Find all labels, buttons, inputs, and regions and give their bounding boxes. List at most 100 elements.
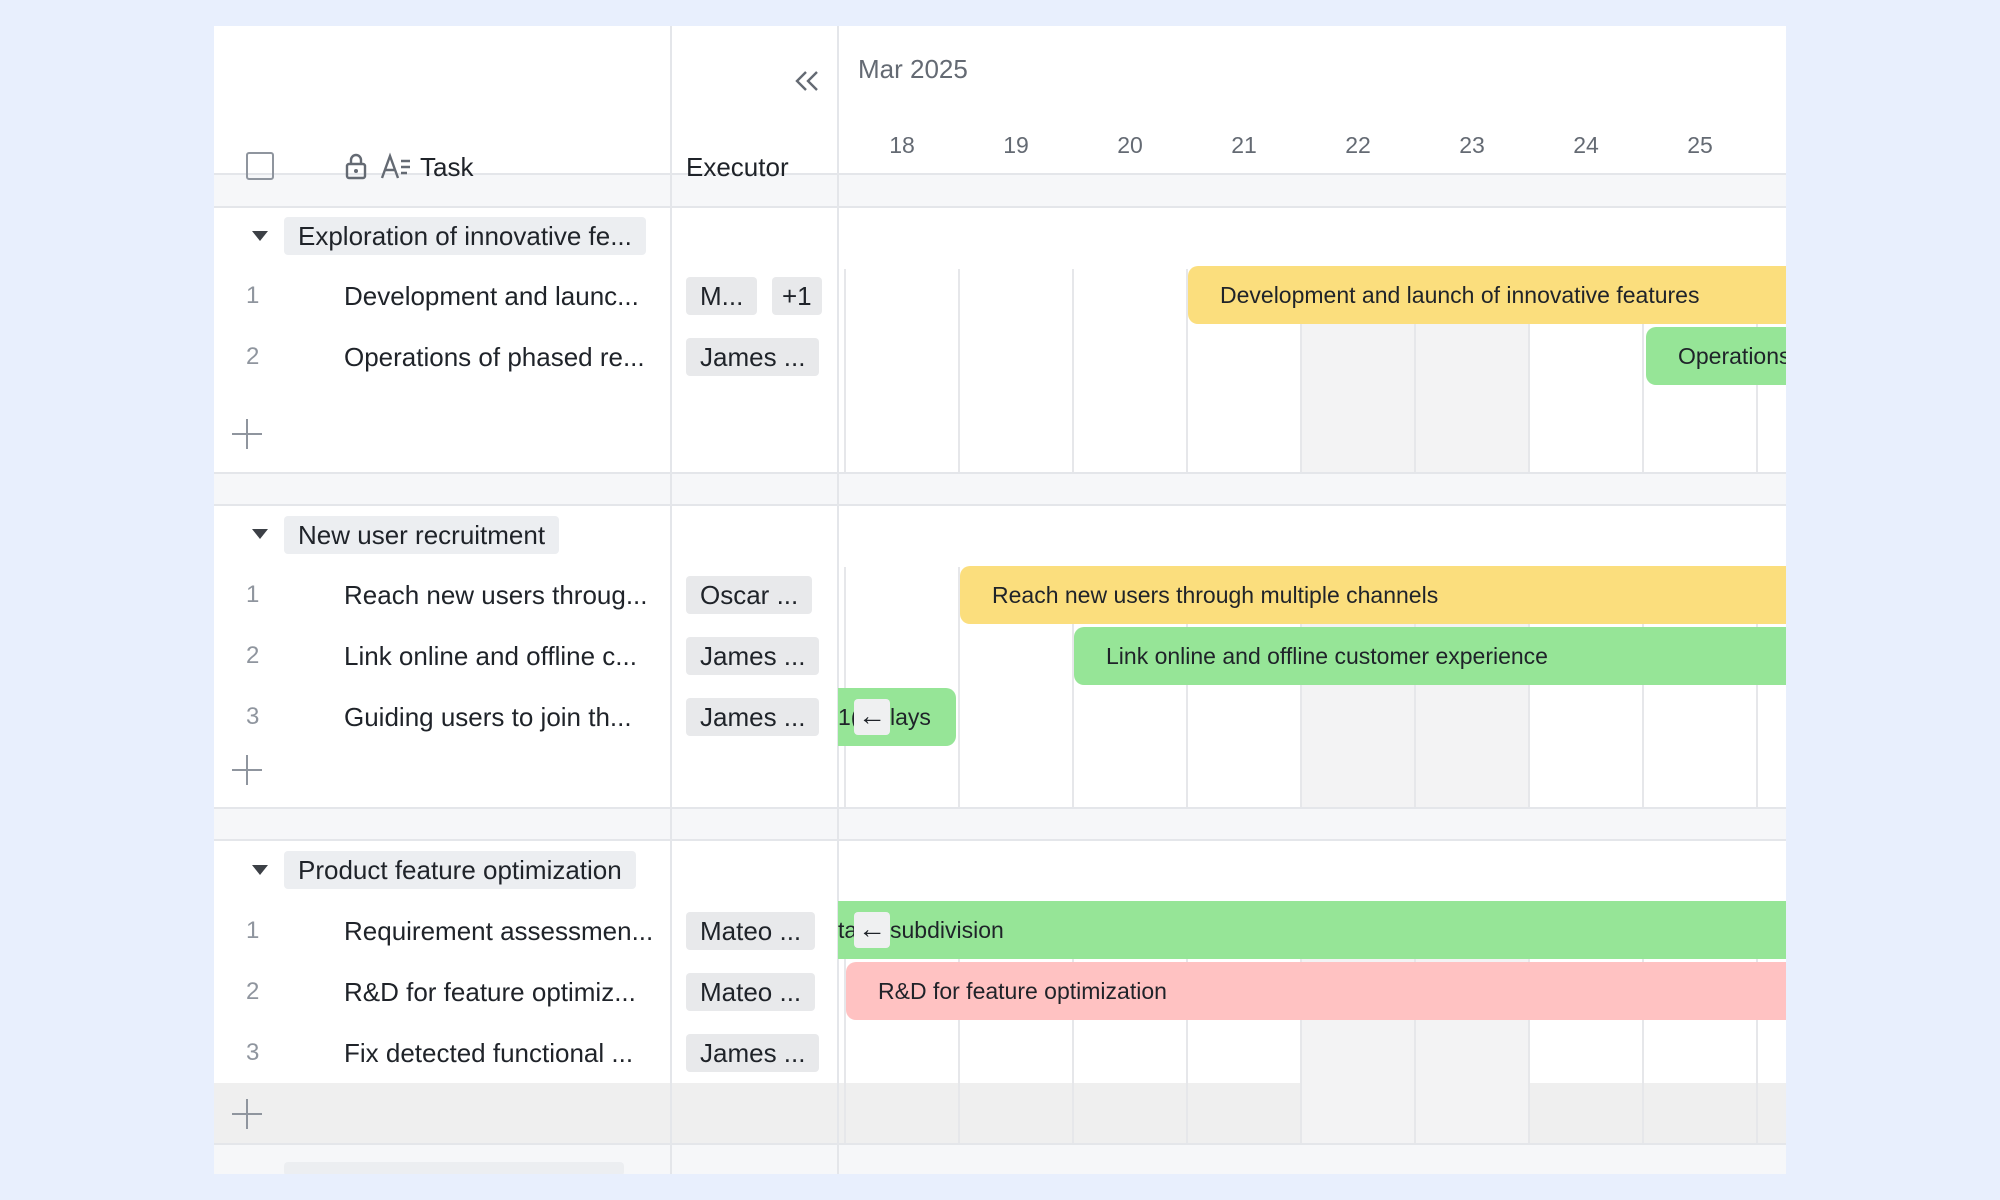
task-bar-offscreen[interactable]: ta subdivision [838, 901, 1786, 959]
collapse-panel-double-chevron-icon[interactable] [790, 64, 824, 98]
row-number: 2 [246, 978, 260, 1005]
day-gridline [844, 567, 846, 807]
collapse-group-caret-icon[interactable] [252, 865, 268, 875]
month-label: Mar 2025 [858, 54, 968, 84]
task-title[interactable]: Requirement assessmen... [344, 916, 662, 947]
lock-icon [342, 150, 370, 182]
jump-to-bar-arrow-left-icon[interactable]: ← [854, 699, 890, 735]
executor-more-chip[interactable]: +1 [772, 277, 822, 315]
day-label: 22 [1345, 132, 1371, 158]
add-task-plus-icon[interactable] [232, 755, 262, 785]
executor-chip[interactable]: James ... [686, 1034, 820, 1072]
task-title[interactable]: Fix detected functional ... [344, 1038, 662, 1069]
task-bar[interactable]: R&D for feature optimization [846, 962, 1786, 1020]
task-column: Task Exploration of innovative fe... 1 D… [214, 26, 670, 1174]
day-gridline [1072, 269, 1074, 472]
group-gap [838, 1145, 1786, 1174]
row-number: 1 [246, 282, 260, 309]
task-title[interactable]: R&D for feature optimiz... [344, 977, 662, 1008]
divider [670, 839, 837, 841]
column-divider [670, 26, 672, 1174]
divider [670, 807, 837, 809]
group-title[interactable]: New user recruitment [284, 516, 560, 554]
row-number: 2 [246, 642, 260, 669]
executor-column: Executor M... +1 James ... Oscar ... Jam… [670, 26, 837, 1174]
day-label: 24 [1573, 132, 1599, 158]
task-bar[interactable]: Operations [1646, 327, 1786, 385]
row-number: 1 [246, 581, 260, 608]
day-label: 18 [889, 132, 915, 158]
divider [838, 1143, 1786, 1145]
executor-column-header[interactable]: Executor [686, 152, 789, 183]
task-bar[interactable]: Reach new users through multiple channel… [960, 566, 1786, 624]
row-number: 1 [246, 917, 260, 944]
gantt-view: Task Exploration of innovative fe... 1 D… [214, 26, 1786, 1174]
collapse-group-caret-icon[interactable] [252, 231, 268, 241]
divider [214, 206, 670, 208]
divider [838, 504, 1786, 506]
divider [670, 1143, 837, 1145]
group-gap [214, 474, 670, 506]
task-title[interactable]: Development and launc... [344, 281, 662, 312]
divider [214, 1143, 670, 1145]
task-bar-label-end: lays [890, 704, 931, 730]
divider [670, 504, 837, 506]
add-task-row[interactable] [214, 1083, 670, 1144]
divider [670, 206, 837, 208]
task-title[interactable]: Reach new users throug... [344, 580, 662, 611]
group-title[interactable]: Exploration of innovative fe... [284, 217, 646, 255]
header-divider [838, 173, 1786, 175]
day-label: 25 [1687, 132, 1713, 158]
column-divider [837, 26, 839, 1174]
day-gridline [844, 269, 846, 472]
day-label: 20 [1117, 132, 1143, 158]
group-gap [670, 474, 837, 506]
timeline: Mar 2025 18 19 20 21 22 23 24 25 Develop… [838, 26, 1786, 1174]
divider [214, 807, 670, 809]
divider [214, 472, 670, 474]
divider [670, 472, 837, 474]
add-task-plus-icon[interactable] [232, 1099, 262, 1129]
divider [214, 839, 670, 841]
select-all-checkbox[interactable] [246, 152, 274, 180]
task-bar-label-end: subdivision [890, 917, 1004, 943]
add-task-row[interactable] [670, 1083, 837, 1144]
task-column-header[interactable]: Task [420, 152, 473, 183]
day-label: 23 [1459, 132, 1485, 158]
collapse-group-caret-icon[interactable] [252, 529, 268, 539]
row-number: 2 [246, 343, 260, 370]
task-title[interactable]: Guiding users to join th... [344, 702, 662, 733]
add-task-plus-icon[interactable] [232, 419, 262, 449]
text-field-type-icon [379, 150, 413, 182]
jump-to-bar-arrow-left-icon[interactable]: ← [854, 912, 890, 948]
group-gap [670, 809, 837, 841]
executor-chip[interactable]: Mateo ... [686, 973, 816, 1011]
executor-chip[interactable]: Oscar ... [686, 576, 813, 614]
group-gap [214, 809, 670, 841]
row-number: 3 [246, 703, 260, 730]
task-bar[interactable]: Link online and offline customer experie… [1074, 627, 1786, 685]
group-title[interactable]: Product feature optimization [284, 851, 636, 889]
day-label: 19 [1003, 132, 1029, 158]
executor-chip[interactable]: James ... [686, 698, 820, 736]
divider [838, 807, 1786, 809]
task-title[interactable]: Operations of phased re... [344, 342, 662, 373]
executor-chip[interactable]: James ... [686, 637, 820, 675]
day-label: 21 [1231, 132, 1257, 158]
divider [214, 504, 670, 506]
group-gap [838, 809, 1786, 841]
executor-chip[interactable]: Mateo ... [686, 912, 816, 950]
group-title-partial[interactable] [284, 1162, 624, 1174]
task-title[interactable]: Link online and offline c... [344, 641, 662, 672]
executor-chip[interactable]: James ... [686, 338, 820, 376]
day-gridline [958, 269, 960, 472]
executor-chip[interactable]: M... [686, 277, 758, 315]
group-gap [838, 175, 1786, 207]
divider [838, 839, 1786, 841]
divider [838, 206, 1786, 208]
group-gap [838, 474, 1786, 506]
task-bar[interactable]: Development and launch of innovative fea… [1188, 266, 1786, 324]
row-number: 3 [246, 1039, 260, 1066]
divider [838, 472, 1786, 474]
group-gap [670, 1145, 837, 1174]
